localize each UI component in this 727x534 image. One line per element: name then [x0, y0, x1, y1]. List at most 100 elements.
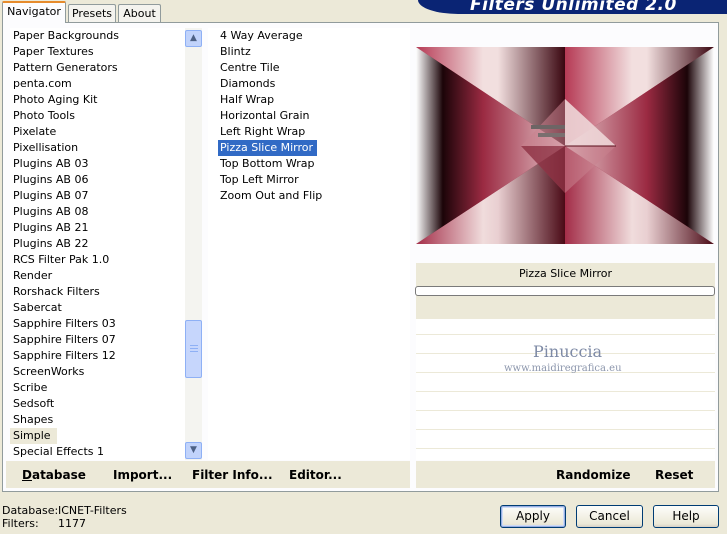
reset-button[interactable]: Reset [655, 468, 693, 482]
category-label: Pixelate [13, 125, 57, 138]
filter-list[interactable]: 4 Way Average Blintz Centre Tile Diamonds Ha… [208, 28, 410, 460]
category-item[interactable]: Scribe [10, 380, 185, 396]
category-label: Pattern Generators [13, 61, 118, 74]
import-button[interactable]: Import... [113, 468, 172, 482]
database-value: ICNET-Filters [58, 504, 127, 517]
category-label: Shapes [13, 413, 54, 426]
category-item[interactable]: Sedsoft [10, 396, 185, 412]
filter-item[interactable]: Diamonds [218, 76, 410, 92]
filter-label: Blintz [220, 45, 251, 58]
category-item[interactable]: Rorshack Filters [10, 284, 185, 300]
category-label: Plugins AB 06 [13, 173, 89, 186]
tab-navigator[interactable]: Navigator [2, 1, 66, 23]
category-item[interactable]: Pixelate [10, 124, 185, 140]
category-label: Plugins AB 21 [13, 221, 89, 234]
category-label: Sapphire Filters 07 [13, 333, 116, 346]
category-item[interactable]: Plugins AB 22 [10, 236, 185, 252]
filter-label: Zoom Out and Flip [220, 189, 323, 202]
category-label: Simple [10, 428, 57, 444]
filter-label: Top Bottom Wrap [220, 157, 315, 170]
category-item[interactable]: Photo Aging Kit [10, 92, 185, 108]
filter-item[interactable]: Horizontal Grain [218, 108, 410, 124]
category-item[interactable]: Pixellisation [10, 140, 185, 156]
category-item[interactable]: Plugins AB 07 [10, 188, 185, 204]
category-item[interactable]: Plugins AB 06 [10, 172, 185, 188]
editor-button[interactable]: Editor... [289, 468, 342, 482]
category-label: ScreenWorks [13, 365, 85, 378]
category-item[interactable]: Plugins AB 08 [10, 204, 185, 220]
scroll-down-button[interactable]: ▼ [185, 442, 202, 459]
filter-item[interactable]: Blintz [218, 44, 410, 60]
filter-name-label: Pizza Slice Mirror [518, 267, 613, 280]
filter-item[interactable]: Half Wrap [218, 92, 410, 108]
watermark-title: Pinuccia [533, 342, 603, 361]
apply-button[interactable]: Apply [500, 505, 566, 528]
filter-label: Left Right Wrap [220, 125, 306, 138]
category-label: Paper Textures [13, 45, 94, 58]
category-item[interactable]: Sapphire Filters 12 [10, 348, 185, 364]
category-label: RCS Filter Pak 1.0 [13, 253, 110, 266]
filter-label: Pizza Slice Mirror [218, 140, 318, 156]
preview-toolbar: Randomize Reset [416, 461, 715, 488]
category-item[interactable]: Sabercat [10, 300, 185, 316]
randomize-button[interactable]: Randomize [556, 468, 630, 482]
category-label: Plugins AB 03 [13, 157, 89, 170]
category-label: Sabercat [13, 301, 62, 314]
filter-item[interactable]: Top Left Mirror [218, 172, 410, 188]
cancel-button[interactable]: Cancel [576, 505, 643, 528]
category-label: Paper Backgrounds [13, 29, 120, 42]
tab-presets[interactable]: Presets [68, 4, 116, 23]
scroll-thumb[interactable] [185, 320, 202, 378]
category-label: Scribe [13, 381, 48, 394]
category-item[interactable]: Simple [10, 428, 185, 444]
category-label: Special Effects 1 [13, 445, 105, 458]
filter-label: Half Wrap [220, 93, 275, 106]
category-label: Rorshack Filters [13, 285, 100, 298]
filter-item[interactable]: Centre Tile [218, 60, 410, 76]
category-item[interactable]: Plugins AB 03 [10, 156, 185, 172]
chevron-down-icon: ▼ [190, 445, 197, 455]
database-button[interactable]: Database [22, 468, 86, 482]
category-item[interactable]: Pattern Generators [10, 60, 185, 76]
filter-label: 4 Way Average [220, 29, 303, 42]
category-label: Render [13, 269, 53, 282]
filters-label: Filters: [2, 517, 39, 530]
filters-count: 1177 [58, 517, 86, 530]
tab-about[interactable]: About [118, 4, 161, 23]
category-item[interactable]: penta.com [10, 76, 185, 92]
category-item[interactable]: ScreenWorks [10, 364, 185, 380]
filter-label: Diamonds [220, 77, 276, 90]
category-label: Sapphire Filters 12 [13, 349, 116, 362]
category-label: Plugins AB 07 [13, 189, 89, 202]
filter-item[interactable]: Top Bottom Wrap [218, 156, 410, 172]
category-item[interactable]: Render [10, 268, 185, 284]
filter-label: Centre Tile [220, 61, 280, 74]
help-button[interactable]: Help [653, 505, 719, 528]
category-item[interactable]: Shapes [10, 412, 185, 428]
database-label: Database: [2, 504, 59, 517]
category-label: Photo Tools [13, 109, 75, 122]
filter-item[interactable]: Left Right Wrap [218, 124, 410, 140]
filter-item[interactable]: Pizza Slice Mirror [218, 140, 410, 156]
category-item[interactable]: RCS Filter Pak 1.0 [10, 252, 185, 268]
category-list[interactable]: Paper Backgrounds Paper Textures Pattern G… [10, 28, 185, 460]
database-toolbar: Database Import... Filter Info... Editor… [6, 461, 410, 488]
category-item[interactable]: Paper Textures [10, 44, 185, 60]
filter-item[interactable]: Zoom Out and Flip [218, 188, 410, 204]
category-item[interactable]: Paper Backgrounds [10, 28, 185, 44]
category-item[interactable]: Sapphire Filters 07 [10, 332, 185, 348]
category-label: penta.com [13, 77, 72, 90]
category-item[interactable]: Sapphire Filters 03 [10, 316, 185, 332]
filter-info-button[interactable]: Filter Info... [192, 468, 273, 482]
progress-bar [415, 286, 715, 296]
filter-preview-image [416, 47, 714, 244]
category-item[interactable]: Special Effects 1 [10, 444, 185, 460]
scroll-up-button[interactable]: ▲ [185, 30, 202, 47]
category-label: Plugins AB 08 [13, 205, 89, 218]
category-item[interactable]: Plugins AB 21 [10, 220, 185, 236]
category-item[interactable]: Photo Tools [10, 108, 185, 124]
watermark-url: www.maidiregrafica.eu [504, 363, 622, 374]
category-label: Pixellisation [13, 141, 79, 154]
category-scrollbar[interactable]: ▲ ▼ [185, 28, 202, 460]
filter-item[interactable]: 4 Way Average [218, 28, 410, 44]
